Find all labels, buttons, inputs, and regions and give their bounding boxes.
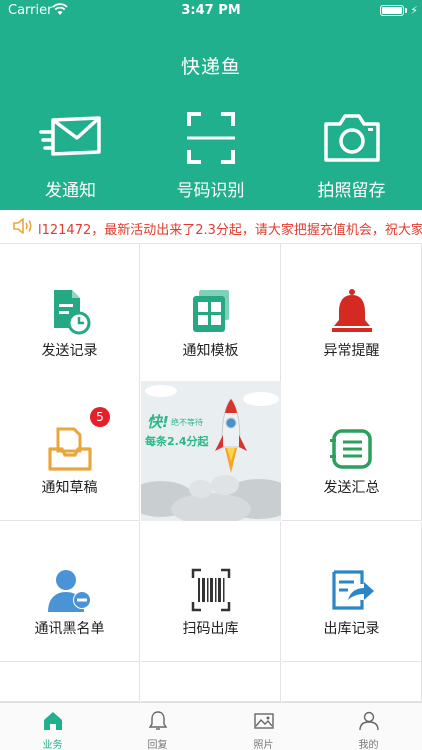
bell-outline-icon xyxy=(148,711,168,730)
envelope-icon xyxy=(38,116,101,156)
charging-icon: ⚡ xyxy=(410,4,418,17)
tab-business[interactable]: 业务 xyxy=(0,703,105,750)
promo-banner[interactable]: 快! 绝不等待 每条2.4分起 xyxy=(141,381,281,521)
promo-headline: 快! xyxy=(147,413,169,431)
screen: Carrier 3:47 PM ⚡ 快递鱼 发通知 号码识别 拍照留存 l121… xyxy=(0,0,422,750)
grid-label: 出库记录 xyxy=(323,621,380,637)
grid-send-summary[interactable]: 发送汇总 xyxy=(282,381,422,521)
app-title: 快递鱼 xyxy=(180,56,241,78)
tab-reply[interactable]: 回复 xyxy=(105,703,210,750)
person-icon xyxy=(359,711,379,731)
user-block-icon xyxy=(48,570,91,612)
grid-send-records[interactable]: 发送记录 xyxy=(0,244,140,384)
grid-label: 扫码出库 xyxy=(182,621,239,637)
speaker-icon xyxy=(13,218,32,234)
tab-label: 回复 xyxy=(147,740,168,750)
feature-grid: 发送记录 通知模板 异常提醒 5 通知草稿 快! 绝不等待 每条2.4分起 发送… xyxy=(0,244,422,702)
home-icon xyxy=(44,712,62,730)
send-notice-label: 发通知 xyxy=(45,181,96,201)
grid-empty-cell xyxy=(0,662,140,702)
grid-empty-cell xyxy=(141,662,281,702)
tab-photos[interactable]: 照片 xyxy=(211,703,316,750)
scan-frame-icon xyxy=(186,112,235,164)
template-icon xyxy=(193,290,229,332)
notice-marquee[interactable]: l121472，最新活动出来了2.3分起，请大家把握充值机会，祝大家工 xyxy=(0,210,422,244)
rocket-illustration xyxy=(141,381,281,521)
notice-text: l121472，最新活动出来了2.3分起，请大家把握充值机会，祝大家工 xyxy=(38,223,422,238)
grid-label: 通知草稿 xyxy=(41,480,98,496)
tab-label: 照片 xyxy=(253,740,274,750)
grid-contact-blacklist[interactable]: 通讯黑名单 xyxy=(0,522,140,662)
header: Carrier 3:47 PM ⚡ 快递鱼 发通知 号码识别 拍照留存 xyxy=(0,0,422,210)
camera-icon xyxy=(323,114,380,162)
tab-bar: 业务 回复 照片 我的 xyxy=(0,702,422,750)
status-bar: Carrier 3:47 PM ⚡ xyxy=(0,0,422,22)
number-recognition-button[interactable]: 号码识别 xyxy=(140,110,281,201)
battery-icon xyxy=(380,5,404,16)
grid-label: 发送记录 xyxy=(41,343,98,359)
photo-archive-label: 拍照留存 xyxy=(317,181,386,201)
barcode-scan-icon xyxy=(191,568,231,612)
photo-archive-button[interactable]: 拍照留存 xyxy=(281,110,422,201)
draft-count-badge: 5 xyxy=(90,407,110,427)
grid-scan-outbound[interactable]: 扫码出库 xyxy=(141,522,281,662)
grid-label: 通知模板 xyxy=(182,343,239,359)
list-summary-icon xyxy=(330,429,372,469)
grid-empty-cell xyxy=(282,662,422,702)
image-icon xyxy=(254,713,274,729)
send-notice-button[interactable]: 发通知 xyxy=(0,110,141,201)
grid-label: 发送汇总 xyxy=(323,480,380,496)
promo-price: 每条2.4分起 xyxy=(145,435,209,448)
grid-label: 异常提醒 xyxy=(323,343,380,359)
grid-exception-alerts[interactable]: 异常提醒 xyxy=(282,244,422,384)
grid-notice-drafts[interactable]: 5 通知草稿 xyxy=(0,381,140,521)
status-time: 3:47 PM xyxy=(181,3,241,18)
tab-label: 我的 xyxy=(358,740,379,750)
grid-notice-templates[interactable]: 通知模板 xyxy=(141,244,281,384)
tab-label: 业务 xyxy=(42,740,63,750)
bell-icon xyxy=(332,289,372,332)
grid-outbound-records[interactable]: 出库记录 xyxy=(282,522,422,662)
promo-subtitle: 绝不等待 xyxy=(171,418,203,427)
document-clock-icon xyxy=(54,290,91,335)
number-recognition-label: 号码识别 xyxy=(176,181,245,201)
grid-label: 通讯黑名单 xyxy=(34,621,105,637)
tab-mine[interactable]: 我的 xyxy=(316,703,421,750)
inbox-draft-icon xyxy=(48,427,92,471)
outbound-record-icon xyxy=(332,570,374,610)
